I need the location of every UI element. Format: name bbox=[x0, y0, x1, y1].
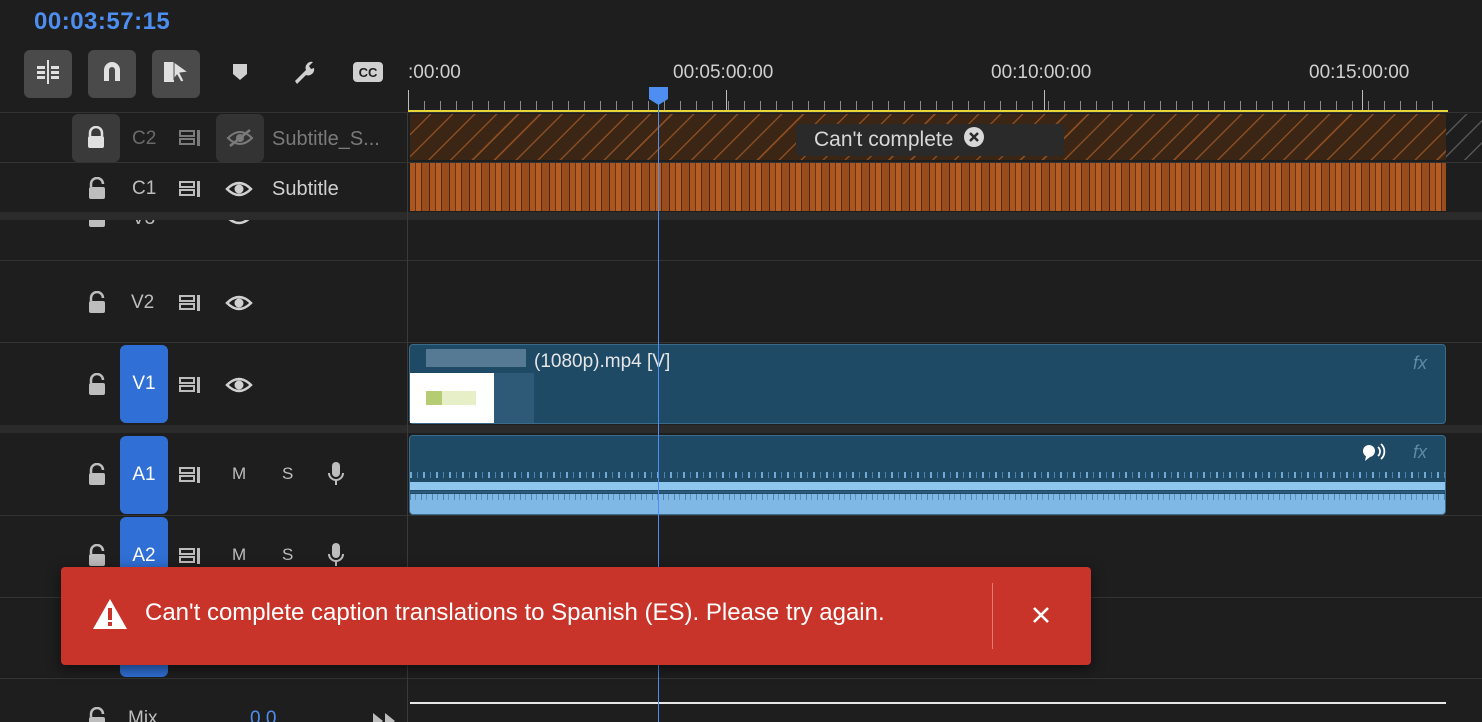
sync-lock-icon[interactable] bbox=[177, 123, 207, 153]
source-patch-a1[interactable]: A1 bbox=[120, 436, 168, 514]
go-to-end-icon[interactable] bbox=[369, 704, 399, 722]
mix-label: Mix bbox=[128, 708, 158, 722]
eye-hidden-icon bbox=[225, 123, 255, 153]
mix-volume-line[interactable] bbox=[410, 702, 1446, 704]
track-id: V2 bbox=[131, 292, 155, 313]
toast-message: Can't complete caption translations to S… bbox=[145, 599, 885, 626]
captions-cc-icon: CC bbox=[352, 61, 384, 88]
eye-icon[interactable] bbox=[224, 174, 254, 204]
playhead-timecode[interactable]: 00:03:57:15 bbox=[34, 8, 170, 36]
track-id: C1 bbox=[132, 178, 157, 199]
eye-icon[interactable] bbox=[224, 288, 254, 318]
eye-icon[interactable] bbox=[224, 370, 254, 400]
speech-enhance-icon[interactable] bbox=[1361, 442, 1387, 467]
sync-lock-icon[interactable] bbox=[177, 174, 207, 204]
fx-badge-icon[interactable]: fx bbox=[1413, 353, 1427, 374]
snap-button[interactable] bbox=[88, 50, 136, 98]
ruler-label: 00:10:00:00 bbox=[991, 62, 1092, 83]
track-header-v3: V3 bbox=[0, 220, 407, 230]
solo-track-button[interactable]: S bbox=[282, 464, 293, 484]
video-clip-v1[interactable]: (1080p).mp4 [V] fx bbox=[409, 344, 1446, 424]
sync-lock-icon[interactable] bbox=[177, 288, 207, 318]
error-toast: Can't complete caption translations to S… bbox=[61, 567, 1091, 665]
timeline-settings-wrench-icon bbox=[289, 57, 319, 92]
playhead-handle[interactable] bbox=[648, 86, 669, 106]
snap-magnet-icon bbox=[99, 59, 125, 90]
audio-clip-a1[interactable]: fx bbox=[409, 435, 1446, 515]
add-marker-icon bbox=[231, 62, 249, 87]
toast-close-button[interactable] bbox=[1021, 597, 1061, 637]
toggle-track-output-c2-button[interactable] bbox=[216, 114, 264, 162]
linked-selection-button[interactable] bbox=[152, 50, 200, 98]
clip-status-text: Can't complete bbox=[814, 128, 954, 151]
lock-open-icon[interactable] bbox=[82, 370, 112, 400]
audio-waveform bbox=[410, 472, 1445, 478]
add-marker-button[interactable] bbox=[216, 50, 264, 98]
track-name: Subtitle_S... bbox=[272, 128, 380, 150]
close-icon bbox=[1032, 606, 1050, 629]
track-id: V3 bbox=[132, 220, 155, 230]
mute-track-button[interactable]: M bbox=[232, 545, 246, 565]
time-ruler[interactable]: :00:00 00:05:00:00 00:10:00:00 00:15:00:… bbox=[408, 52, 1482, 113]
sync-lock-icon[interactable] bbox=[177, 370, 207, 400]
clip-status-pill: Can't complete bbox=[796, 124, 1064, 156]
microphone-icon[interactable] bbox=[321, 459, 351, 489]
microphone-icon[interactable] bbox=[321, 540, 351, 570]
lock-open-icon[interactable] bbox=[82, 460, 112, 490]
mute-track-button[interactable]: M bbox=[232, 464, 246, 484]
error-circle-x-icon[interactable] bbox=[963, 126, 985, 154]
lock-open-icon[interactable] bbox=[82, 174, 112, 204]
lock-open-icon[interactable] bbox=[82, 288, 112, 318]
blurred-filename bbox=[426, 349, 526, 367]
timeline-settings-button[interactable] bbox=[280, 50, 328, 98]
mix-volume-value[interactable]: 0.0 bbox=[250, 708, 276, 722]
clip-thumbnail bbox=[410, 373, 494, 423]
ruler-label: 00:05:00:00 bbox=[673, 62, 774, 83]
ruler-label: 00:15:00:00 bbox=[1309, 62, 1410, 83]
ruler-ticks bbox=[408, 90, 1448, 110]
track-name: Subtitle bbox=[272, 178, 339, 200]
toast-divider bbox=[992, 583, 993, 649]
insert-overwrite-button[interactable] bbox=[24, 50, 72, 98]
caption-clip-c2-overflow bbox=[1446, 114, 1482, 160]
solo-track-button[interactable]: S bbox=[282, 545, 293, 565]
lock-open-icon[interactable] bbox=[82, 220, 112, 230]
warning-triangle-icon bbox=[91, 597, 129, 631]
clip-name: (1080p).mp4 [V] bbox=[534, 351, 671, 372]
linked-selection-icon bbox=[161, 57, 191, 92]
caption-clips-c1[interactable] bbox=[410, 163, 1446, 211]
lock-open-icon[interactable] bbox=[82, 704, 112, 722]
lock-closed-icon bbox=[81, 123, 111, 153]
track-id: A2 bbox=[132, 545, 156, 566]
track-id: C2 bbox=[132, 128, 157, 149]
captions-button[interactable]: CC bbox=[344, 50, 392, 98]
fx-badge-icon[interactable]: fx bbox=[1413, 442, 1427, 463]
svg-text:CC: CC bbox=[359, 65, 378, 80]
eye-icon[interactable] bbox=[224, 220, 254, 230]
lock-track-c2-button[interactable] bbox=[72, 114, 120, 162]
insert-overwrite-icon bbox=[34, 58, 62, 91]
ruler-label: :00:00 bbox=[408, 62, 461, 83]
sync-lock-icon[interactable] bbox=[177, 460, 207, 490]
source-patch-v1[interactable]: V1 bbox=[120, 345, 168, 423]
